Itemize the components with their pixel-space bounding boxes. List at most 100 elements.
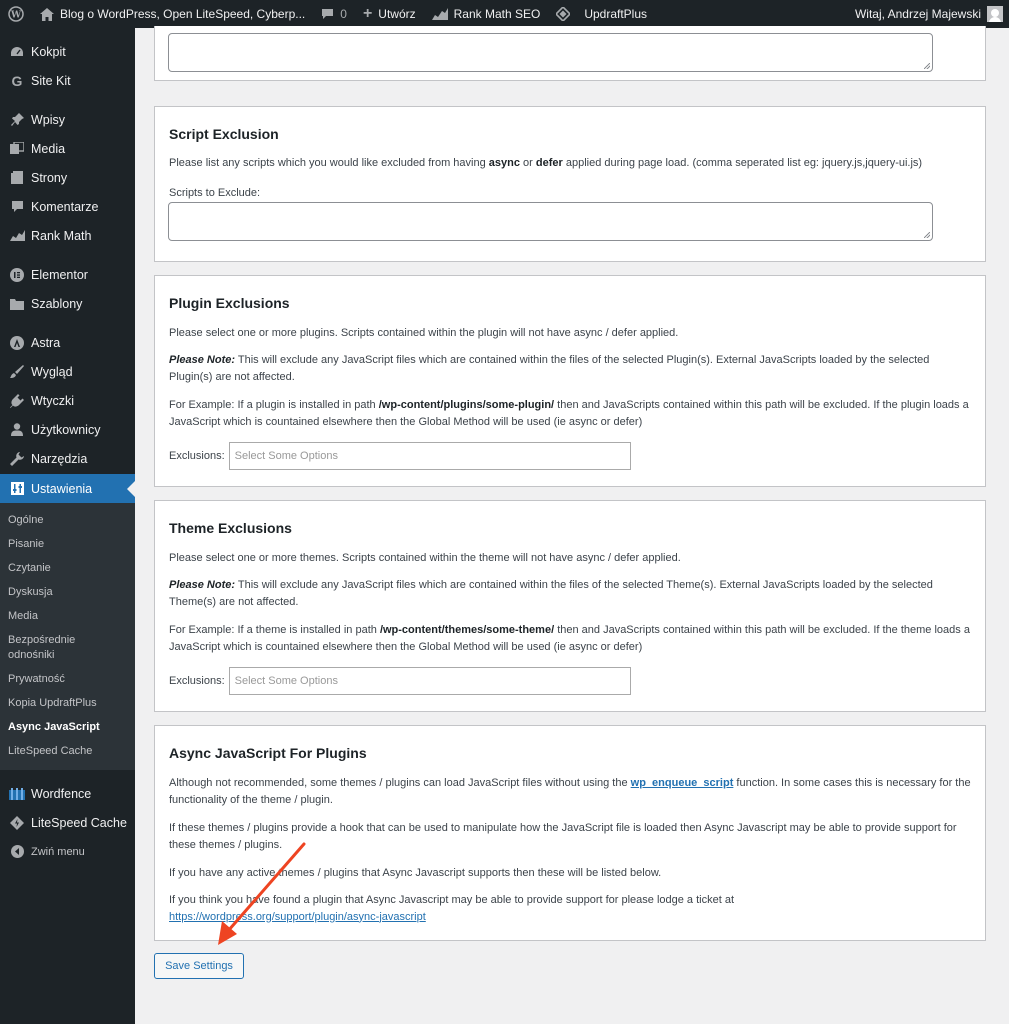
menu-label: Strony — [31, 170, 68, 185]
menu-label: Astra — [31, 335, 61, 350]
async-plugins-box: Async JavaScript For Plugins Although no… — [154, 725, 986, 941]
scripts-to-defer-textarea[interactable] — [168, 33, 933, 72]
menu-uzytkownicy[interactable]: Użytkownicy — [0, 415, 135, 444]
desc-text: applied during page load. (comma seperat… — [562, 157, 923, 169]
settings-submenu: Ogólne Pisanie Czytanie Dyskusja Media B… — [0, 503, 135, 770]
section-example: For Example: If a theme is installed in … — [169, 622, 973, 655]
menu-strony[interactable]: Strony — [0, 163, 135, 192]
menu-label: Kokpit — [31, 44, 66, 59]
submenu-item[interactable]: Czytanie — [0, 557, 135, 581]
plugin-exclusions-select[interactable]: Select Some Options — [228, 442, 631, 470]
save-settings-button[interactable]: Save Settings — [154, 953, 244, 979]
plugin-icon — [8, 393, 26, 408]
script-exclusion-box: Script Exclusion Please list any scripts… — [154, 106, 986, 262]
wp-enqueue-script-link[interactable]: wp_enqueue_script — [631, 777, 734, 789]
wrench-icon — [8, 451, 26, 466]
theme-exclusions-select[interactable]: Select Some Options — [228, 667, 631, 695]
wordfence-icon — [8, 787, 26, 800]
folder-icon — [8, 298, 26, 310]
rank-math-label: Rank Math SEO — [453, 7, 541, 21]
site-name[interactable]: Blog o WordPress, Open LiteSpeed, Cyberp… — [32, 0, 313, 28]
menu-site-kit[interactable]: G Site Kit — [0, 66, 135, 95]
menu-kokpit[interactable]: Kokpit — [0, 37, 135, 66]
menu-astra[interactable]: Astra — [0, 328, 135, 357]
menu-wyglad[interactable]: Wygląd — [0, 357, 135, 386]
plugin-exclusions-row: Exclusions: Select Some Options — [169, 442, 631, 470]
field-label: Scripts to Exclude: — [169, 187, 261, 199]
new-content-menu[interactable]: + Utwórz — [355, 0, 424, 28]
menu-narzedzia[interactable]: Narzędzia — [0, 444, 135, 473]
submenu-item[interactable]: Dyskusja — [0, 581, 135, 605]
submenu-item[interactable]: Media — [0, 605, 135, 629]
svg-text:W: W — [10, 11, 22, 21]
menu-rank-math[interactable]: Rank Math — [0, 221, 135, 250]
example-text: For Example: If a plugin is installed in… — [169, 399, 379, 411]
home-icon — [40, 7, 54, 21]
menu-elementor[interactable]: Elementor — [0, 260, 135, 289]
desc-text: Please list any scripts which you would … — [169, 157, 489, 169]
my-account[interactable]: Witaj, Andrzej Majewski — [847, 0, 1009, 28]
submenu-item[interactable]: LiteSpeed Cache — [0, 740, 135, 764]
wordpress-logo[interactable]: W — [0, 0, 32, 28]
theme-exclusions-row: Exclusions: Select Some Options — [169, 667, 631, 695]
section-title: Async JavaScript For Plugins — [169, 745, 367, 761]
menu-label: Komentarze — [31, 199, 99, 214]
astra-icon — [8, 335, 26, 350]
menu-label: Wpisy — [31, 112, 66, 127]
note-label: Please Note: — [169, 579, 236, 591]
menu-media[interactable]: Media — [0, 134, 135, 163]
litespeed-icon — [8, 815, 26, 830]
elementor-icon — [8, 267, 26, 282]
desc-bold: async — [488, 157, 520, 169]
menu-label: Site Kit — [31, 73, 71, 88]
admin-sidebar: Kokpit G Site Kit Wpisy Media Strony Kome… — [0, 28, 135, 1024]
menu-litespeed[interactable]: LiteSpeed Cache — [0, 808, 135, 837]
menu-label: Wordfence — [31, 786, 92, 801]
comment-icon — [8, 200, 26, 213]
section-note: Please Note: This will exclude any JavaS… — [169, 577, 973, 610]
comments-link[interactable]: 0 — [313, 0, 355, 28]
rank-math-menu[interactable]: Rank Math SEO — [424, 0, 549, 28]
menu-ustawienia[interactable]: Ustawienia — [0, 474, 135, 503]
paragraph-text: If you think you have found a plugin tha… — [169, 894, 735, 906]
menu-wordfence[interactable]: Wordfence — [0, 779, 135, 808]
greeting: Witaj, Andrzej Majewski — [854, 7, 981, 21]
updraftplus-label: UpdraftPlus — [584, 7, 648, 21]
async-paragraph-1: Although not recommended, some themes / … — [169, 775, 973, 808]
plus-icon: + — [362, 5, 373, 22]
submenu-item[interactable]: Kopia UpdraftPlus — [0, 692, 135, 716]
menu-label: Ustawienia — [31, 481, 93, 496]
note-label: Please Note: — [169, 354, 236, 366]
pages-icon — [8, 171, 26, 184]
updraftplus-menu[interactable]: UpdraftPlus — [548, 0, 655, 28]
async-paragraph-3: If you have any active themes / plugins … — [169, 867, 662, 879]
async-paragraph-4: If you think you have found a plugin tha… — [169, 892, 973, 925]
menu-label: Wtyczki — [31, 393, 75, 408]
submenu-item[interactable]: Pisanie — [0, 533, 135, 557]
select-label: Exclusions: — [169, 450, 225, 462]
submenu-item[interactable]: Bezpośrednie odnośniki — [0, 629, 90, 668]
submenu-item[interactable]: Ogólne — [0, 509, 135, 533]
menu-komentarze[interactable]: Komentarze — [0, 192, 135, 221]
submenu-item[interactable]: Prywatność — [0, 668, 135, 692]
menu-label: Wygląd — [31, 364, 73, 379]
plugin-exclusions-box: Plugin Exclusions Please select one or m… — [154, 275, 986, 487]
menu-wtyczki[interactable]: Wtyczki — [0, 386, 135, 415]
menu-wpisy[interactable]: Wpisy — [0, 105, 135, 134]
brush-icon — [8, 364, 26, 379]
example-text: For Example: If a theme is installed in … — [169, 624, 380, 636]
menu-label: Rank Math — [31, 228, 92, 243]
menu-label: Zwiń menu — [31, 845, 85, 858]
submenu-item-current[interactable]: Async JavaScript — [0, 716, 135, 740]
comment-bubble-icon — [321, 8, 334, 20]
menu-szablony[interactable]: Szablony — [0, 289, 135, 318]
section-title: Script Exclusion — [169, 126, 279, 142]
rank-math-icon — [431, 8, 448, 20]
rank-math-icon — [8, 230, 26, 241]
media-icon — [8, 142, 26, 155]
user-icon — [8, 423, 26, 436]
menu-label: Media — [31, 141, 66, 156]
support-ticket-link[interactable]: https://wordpress.org/support/plugin/asy… — [169, 911, 426, 923]
collapse-menu[interactable]: Zwiń menu — [0, 837, 135, 866]
scripts-to-exclude-textarea[interactable] — [168, 202, 933, 241]
